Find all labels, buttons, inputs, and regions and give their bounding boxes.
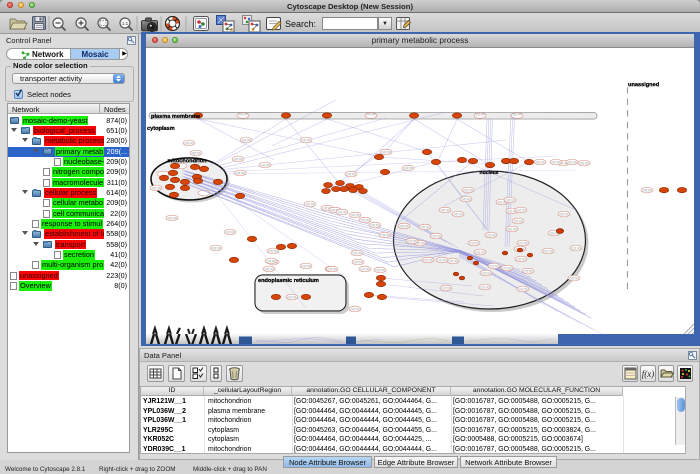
svg-text:nucleus: nucleus [480, 170, 499, 176]
svg-text:GO:00: GO:00 [265, 267, 274, 271]
svg-text:GO:00: GO:00 [572, 246, 581, 250]
svg-text:GO:00: GO:00 [242, 138, 251, 142]
svg-text:GO:00: GO:00 [361, 218, 370, 222]
svg-text:GO:00: GO:00 [302, 264, 311, 268]
svg-text:f(x): f(x) [642, 369, 655, 379]
svg-text:GO:00: GO:00 [361, 267, 370, 271]
svg-text:GO:00: GO:00 [441, 208, 450, 212]
svg-text:GO:00: GO:00 [226, 230, 235, 234]
svg-text:GO:00: GO:00 [560, 212, 569, 216]
svg-text:GO:00: GO:00 [438, 258, 447, 262]
svg-text:1:1: 1:1 [122, 21, 129, 26]
svg-text:GO:00: GO:00 [168, 216, 177, 220]
svg-text:GO:00: GO:00 [236, 171, 245, 175]
svg-text:GO:00: GO:00 [482, 271, 491, 275]
svg-text:GO:00: GO:00 [487, 233, 496, 237]
svg-text:GO:00: GO:00 [506, 198, 515, 202]
svg-text:GO:00: GO:00 [517, 257, 526, 261]
svg-text:cytoplasm: cytoplasm [147, 125, 175, 132]
svg-text:GO:00: GO:00 [404, 166, 413, 170]
svg-text:GO:00: GO:00 [514, 219, 523, 223]
svg-text:GO:00: GO:00 [239, 112, 248, 116]
svg-text:GO:00: GO:00 [476, 250, 485, 254]
svg-text:GO:00: GO:00 [519, 241, 528, 245]
svg-text:GO:00: GO:00 [371, 223, 380, 227]
svg-text:GO:00: GO:00 [536, 160, 545, 164]
svg-text:GO:00: GO:00 [306, 202, 315, 206]
svg-text:unassigned: unassigned [628, 81, 660, 88]
svg-text:GO:00: GO:00 [464, 188, 473, 192]
svg-text:GO:00: GO:00 [351, 307, 360, 311]
svg-text:GO:00: GO:00 [476, 112, 485, 116]
svg-text:GO:00: GO:00 [351, 213, 360, 217]
svg-text:plasma membrane: plasma membrane [151, 113, 200, 120]
svg-text:GO:00: GO:00 [269, 249, 278, 253]
svg-text:GO:00: GO:00 [568, 160, 577, 164]
svg-text:GO:00: GO:00 [490, 264, 499, 268]
svg-text:GO:00: GO:00 [517, 208, 526, 212]
svg-text:GO:00: GO:00 [524, 269, 533, 273]
svg-text:GO:00: GO:00 [442, 286, 451, 290]
svg-text:mitochondrion: mitochondrion [167, 157, 207, 164]
svg-text:GO:00: GO:00 [376, 268, 385, 272]
svg-text:GO:00: GO:00 [580, 161, 589, 165]
svg-text:GO:00: GO:00 [470, 241, 479, 245]
svg-text:GO:00: GO:00 [288, 295, 297, 299]
svg-text:GO:00: GO:00 [481, 285, 490, 289]
svg-text:GO:00: GO:00 [382, 150, 391, 154]
svg-text:GO:00: GO:00 [347, 172, 356, 176]
svg-text:GO:00: GO:00 [503, 266, 512, 270]
svg-text:GO:00: GO:00 [552, 160, 561, 164]
svg-text:GO:00: GO:00 [152, 186, 161, 190]
svg-text:GO:00: GO:00 [408, 239, 417, 243]
svg-text:GO:00: GO:00 [400, 224, 409, 228]
svg-text:GO:00: GO:00 [353, 251, 362, 255]
svg-text:GO:00: GO:00 [354, 260, 363, 264]
svg-text:GO:00: GO:00 [432, 234, 441, 238]
svg-text:endoplasmic reticulum: endoplasmic reticulum [258, 277, 319, 284]
svg-text:GO:00: GO:00 [508, 227, 517, 231]
svg-text:GO:00: GO:00 [462, 197, 471, 201]
svg-text:GO:00: GO:00 [338, 210, 347, 214]
svg-text:GO:00: GO:00 [367, 112, 376, 116]
svg-text:GO:00: GO:00 [570, 276, 579, 280]
svg-text:GO:00: GO:00 [519, 287, 528, 291]
svg-text:GO:00: GO:00 [302, 138, 311, 142]
svg-text:GO:00: GO:00 [192, 151, 201, 155]
svg-text:GO:00: GO:00 [267, 259, 276, 263]
svg-text:GO:00: GO:00 [544, 249, 553, 253]
svg-text:GO:00: GO:00 [454, 212, 463, 216]
svg-text:GO:00: GO:00 [381, 233, 390, 237]
svg-text:GO:00: GO:00 [261, 163, 270, 167]
svg-text:GO:00: GO:00 [449, 259, 458, 263]
svg-text:GO:00: GO:00 [185, 141, 194, 145]
svg-text:GO:00: GO:00 [328, 267, 337, 271]
svg-text:GO:00: GO:00 [212, 246, 221, 250]
svg-text:GO:00: GO:00 [643, 188, 652, 192]
svg-text:GO:00: GO:00 [513, 112, 522, 116]
svg-text:GO:00: GO:00 [421, 225, 430, 229]
svg-text:GO:00: GO:00 [424, 258, 433, 262]
svg-text:GO:00: GO:00 [234, 157, 243, 161]
